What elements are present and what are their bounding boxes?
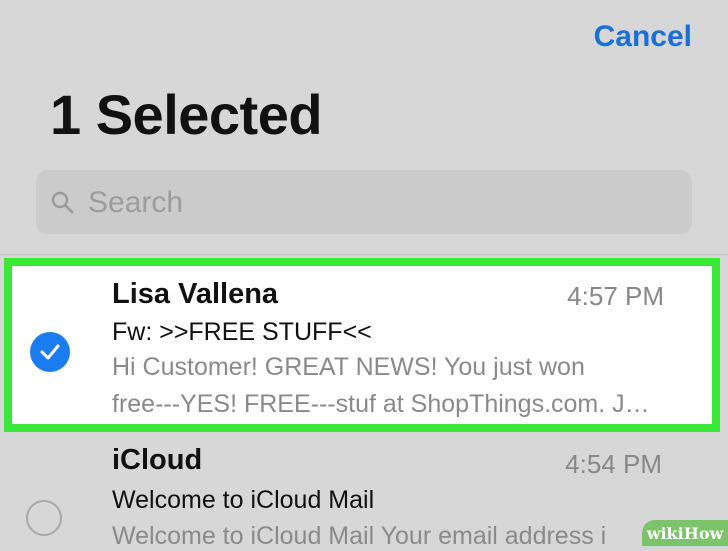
message-sender: iCloud — [112, 444, 203, 476]
page-title: 1 Selected — [50, 83, 323, 146]
message-row[interactable]: iCloud 4:54 PM Welcome to iCloud Mail We… — [0, 434, 728, 550]
search-bar[interactable] — [36, 170, 692, 236]
message-time: 4:54 PM — [565, 449, 662, 479]
empty-circle-icon[interactable] — [26, 500, 62, 536]
watermark-badge: wikiHow — [642, 520, 728, 546]
message-sender: Lisa Vallena — [112, 278, 279, 310]
message-subject: Welcome to iCloud Mail — [112, 486, 375, 514]
message-preview-line2: free---YES! FREE---stuf at ShopThings.co… — [112, 390, 650, 418]
message-preview-line1: Welcome to iCloud Mail Your email addres… — [112, 522, 607, 550]
cancel-button[interactable]: Cancel — [594, 20, 692, 54]
checkmark-icon[interactable] — [30, 332, 70, 372]
search-icon — [51, 191, 74, 214]
message-row-selected[interactable]: Lisa Vallena 4:57 PM Fw: >>FREE STUFF<< … — [4, 258, 720, 432]
message-subject: Fw: >>FREE STUFF<< — [112, 318, 372, 346]
divider — [0, 254, 728, 255]
search-input[interactable] — [86, 170, 680, 236]
message-preview-line1: Hi Customer! GREAT NEWS! You just won — [112, 353, 585, 381]
message-time: 4:57 PM — [567, 281, 664, 311]
